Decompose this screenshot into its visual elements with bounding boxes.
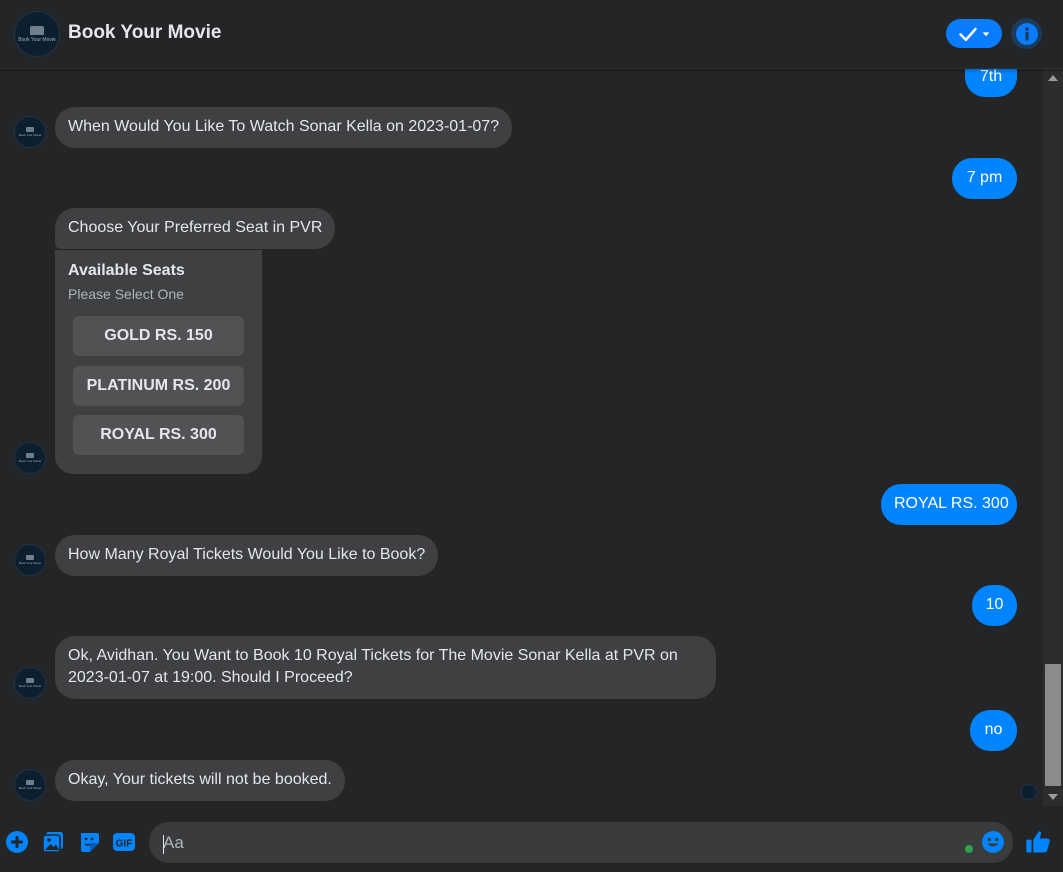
- read-receipt-avatar: [1021, 784, 1037, 800]
- chat-header: Book Your Movie Book Your Movie: [0, 0, 1063, 69]
- bot-avatar: Book Your Movie: [14, 116, 46, 148]
- scroll-down-arrow-icon[interactable]: [1048, 794, 1058, 800]
- gif-icon[interactable]: GIF: [112, 830, 136, 854]
- chevron-down-icon: [982, 31, 990, 36]
- user-message: ROYAL RS. 300: [881, 484, 1017, 525]
- bot-message: When Would You Like To Watch Sonar Kella…: [55, 107, 513, 148]
- plus-icon[interactable]: [5, 830, 29, 854]
- chat-title[interactable]: Book Your Movie: [68, 22, 221, 44]
- bot-avatar: Book Your Movie: [14, 769, 46, 801]
- scroll-up-arrow-icon[interactable]: [1048, 75, 1058, 81]
- message-composer: GIF: [0, 806, 1063, 872]
- bot-message: Choose Your Preferred Seat in PVR: [55, 208, 336, 249]
- logo-icon: [30, 25, 44, 35]
- user-message: 7 pm: [952, 158, 1017, 199]
- logo-text: Book Your Movie: [18, 36, 56, 43]
- seat-option-royal-button[interactable]: ROYAL RS. 300: [73, 415, 244, 455]
- page-logo[interactable]: Book Your Movie: [14, 11, 60, 57]
- svg-text:GIF: GIF: [116, 839, 133, 850]
- seat-selection-card: Available Seats Please Select One GOLD R…: [55, 250, 262, 474]
- user-message: 10: [972, 585, 1017, 626]
- emoji-icon[interactable]: [981, 830, 1005, 854]
- bot-message: How Many Royal Tickets Would You Like to…: [55, 535, 439, 576]
- thumbs-up-icon[interactable]: [1024, 828, 1052, 856]
- card-subtitle: Please Select One: [68, 286, 184, 302]
- text-caret: [163, 835, 164, 854]
- message-line: Ok, Avidhan. You Want to Book 10 Royal T…: [68, 647, 678, 664]
- messenger-window: Book Your Movie Book Your Movie 7th Book…: [0, 0, 1063, 872]
- bot-message: Ok, Avidhan. You Want to Book 10 Royal T…: [55, 636, 716, 699]
- bot-avatar: Book Your Movie: [14, 667, 46, 699]
- mark-done-button[interactable]: [946, 19, 1002, 48]
- bot-avatar: Book Your Movie: [14, 442, 46, 474]
- info-button[interactable]: [1011, 18, 1042, 49]
- status-indicator: [965, 845, 973, 853]
- message-line: 2023-01-07 at 19:00. Should I Proceed?: [68, 669, 353, 686]
- bot-avatar: Book Your Movie: [14, 544, 46, 576]
- seat-option-gold-button[interactable]: GOLD RS. 150: [73, 316, 244, 356]
- info-icon: [1015, 22, 1038, 45]
- seat-option-platinum-button[interactable]: PLATINUM RS. 200: [73, 366, 244, 406]
- message-scrollbar[interactable]: [1043, 69, 1063, 806]
- card-title: Available Seats: [68, 262, 185, 279]
- scroll-thumb[interactable]: [1045, 664, 1061, 786]
- bot-message: Okay, Your tickets will not be booked.: [55, 760, 345, 801]
- checkmark-icon: [959, 27, 977, 41]
- image-icon[interactable]: [41, 830, 65, 854]
- user-message: no: [970, 710, 1017, 751]
- message-input[interactable]: [149, 822, 1013, 863]
- sticker-icon[interactable]: [77, 830, 101, 854]
